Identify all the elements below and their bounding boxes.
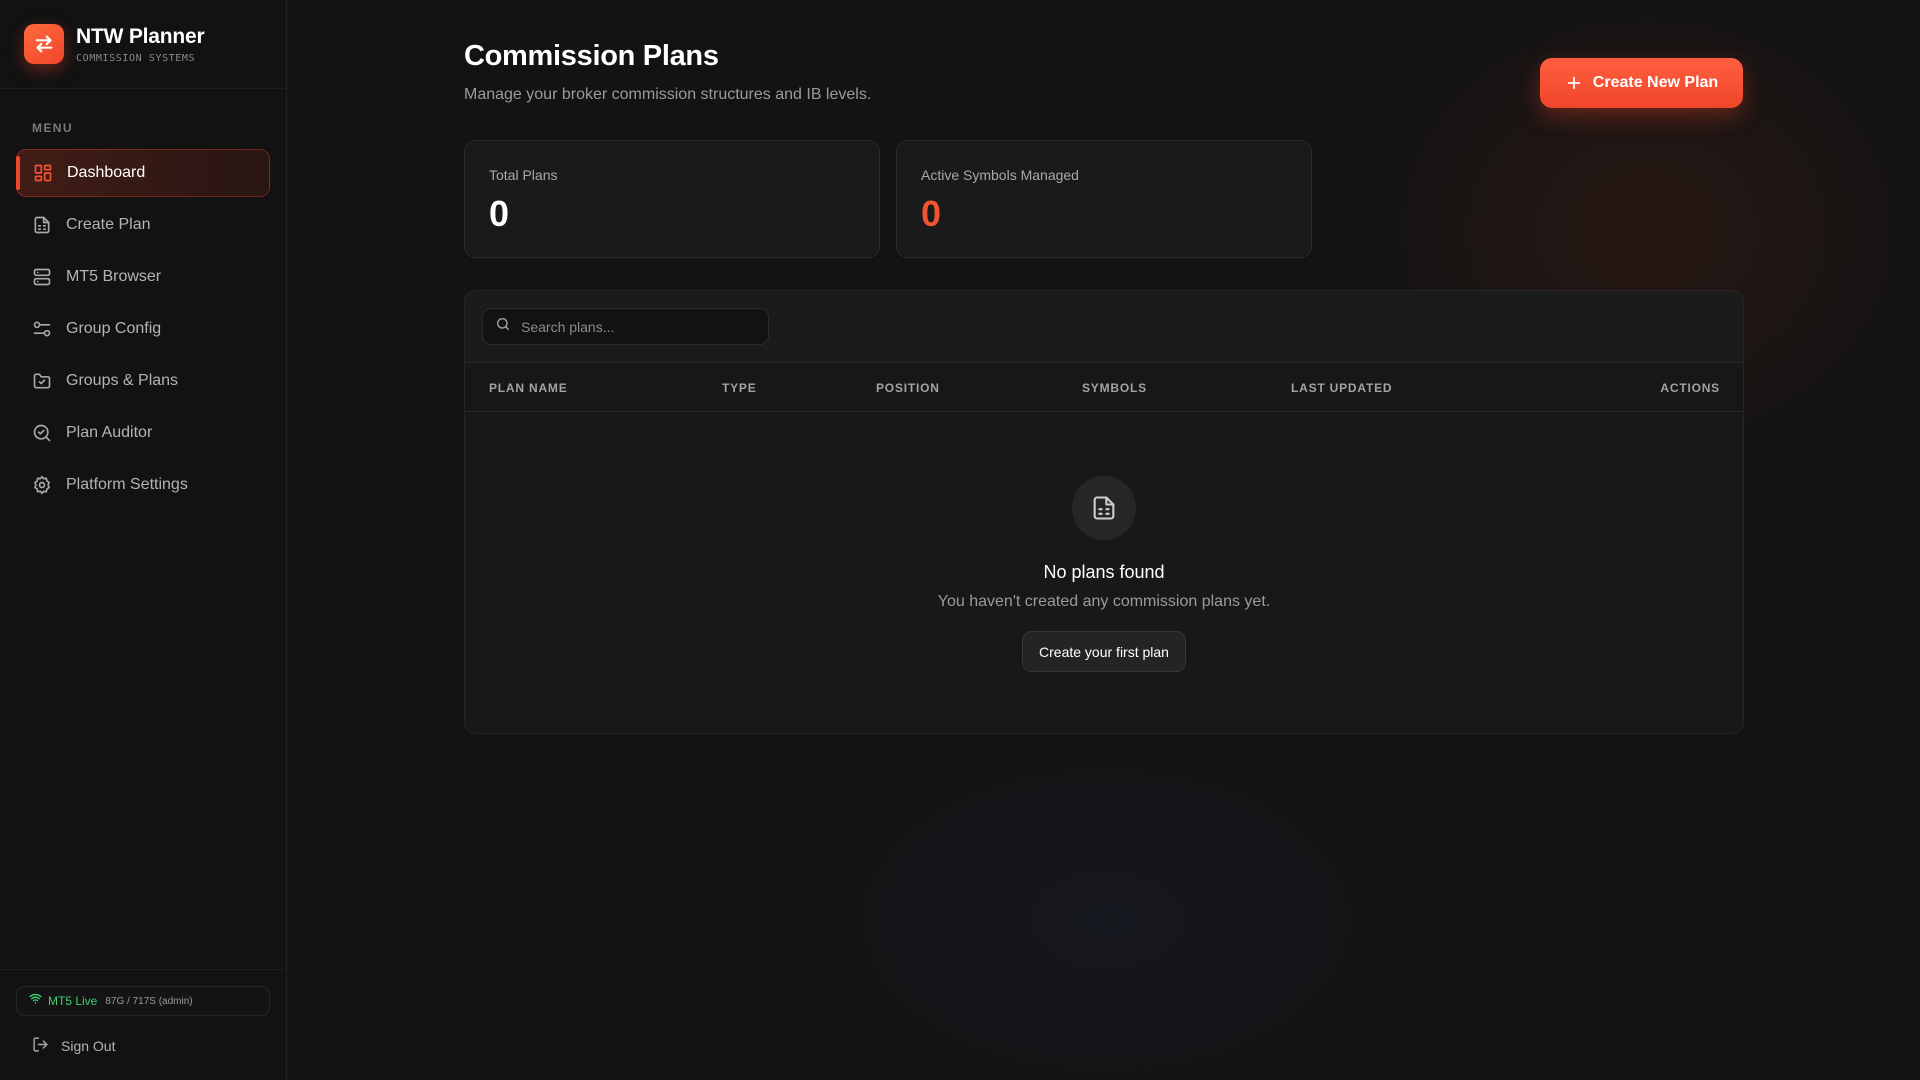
stat-card-total-plans: Total Plans 0: [464, 140, 880, 258]
sidebar: NTW Planner COMMISSION SYSTEMS MENU Dash…: [0, 0, 287, 1080]
table-toolbar: [465, 291, 1743, 363]
sidebar-item-label: Group Config: [66, 320, 162, 337]
column-header-actions: ACTIONS: [1660, 381, 1720, 395]
document-icon: [1072, 476, 1136, 540]
swap-arrows-icon[interactable]: [24, 24, 64, 64]
brand-title: NTW Planner: [76, 24, 205, 48]
page-title: Commission Plans: [464, 40, 719, 72]
folder-check-icon: [32, 371, 52, 391]
column-header-last-updated[interactable]: LAST UPDATED: [1291, 381, 1392, 395]
sign-out-label: Sign Out: [61, 1038, 116, 1054]
page-subtitle: Manage your broker commission structures…: [464, 86, 872, 103]
sidebar-item-mt5-browser[interactable]: MT5 Browser: [16, 253, 270, 301]
stat-card-active-symbols: Active Symbols Managed 0: [896, 140, 1312, 258]
column-header-symbols[interactable]: SYMBOLS: [1082, 381, 1147, 395]
gear-icon: [32, 475, 52, 495]
plans-table-panel: PLAN NAME TYPE POSITION SYMBOLS LAST UPD…: [464, 290, 1744, 734]
search-box: [482, 308, 769, 345]
brand-subtitle: COMMISSION SYSTEMS: [76, 52, 196, 64]
brand: NTW Planner COMMISSION SYSTEMS: [0, 0, 286, 89]
create-new-plan-label: Create New Plan: [1592, 74, 1719, 91]
sidebar-item-dashboard[interactable]: Dashboard: [16, 149, 270, 197]
stat-label: Total Plans: [489, 167, 558, 183]
plus-icon: [1565, 74, 1583, 92]
empty-state-title: No plans found: [1043, 562, 1165, 582]
stat-value: 0: [489, 193, 510, 234]
status-detail: 87G / 717S (admin): [105, 995, 193, 1007]
sliders-icon: [32, 319, 52, 339]
logout-icon: [32, 1036, 49, 1056]
create-new-plan-button[interactable]: Create New Plan: [1540, 58, 1743, 108]
document-icon: [32, 215, 52, 235]
column-header-position[interactable]: POSITION: [876, 381, 940, 395]
sidebar-footer: MT5 Live 87G / 717S (admin) Sign Out: [0, 969, 286, 1080]
stat-value: 0: [921, 193, 942, 234]
server-icon: [32, 267, 52, 287]
status-label: MT5 Live: [48, 994, 98, 1008]
table-header: PLAN NAME TYPE POSITION SYMBOLS LAST UPD…: [465, 363, 1743, 412]
sidebar-item-group-config[interactable]: Group Config: [16, 305, 270, 353]
sidebar-item-label: Platform Settings: [66, 476, 188, 493]
dashboard-icon: [33, 163, 53, 183]
sidebar-item-create-plan[interactable]: Create Plan: [16, 201, 270, 249]
search-icon: [495, 316, 511, 337]
sidebar-item-platform-settings[interactable]: Platform Settings: [16, 461, 270, 509]
main-content: Commission Plans Manage your broker comm…: [287, 0, 1920, 1080]
sidebar-item-label: MT5 Browser: [66, 268, 162, 285]
wifi-icon: [29, 992, 42, 1010]
sidebar-item-groups-plans[interactable]: Groups & Plans: [16, 357, 270, 405]
menu-label: MENU: [32, 121, 73, 135]
empty-state-subtitle: You haven't created any commission plans…: [937, 593, 1271, 610]
sidebar-item-label: Create Plan: [66, 216, 151, 233]
sidebar-item-label: Groups & Plans: [66, 372, 179, 389]
sidebar-item-label: Plan Auditor: [66, 424, 153, 441]
connection-status: MT5 Live 87G / 717S (admin): [16, 986, 270, 1016]
column-header-type[interactable]: TYPE: [722, 381, 757, 395]
search-input[interactable]: [521, 318, 761, 335]
column-header-plan-name[interactable]: PLAN NAME: [489, 381, 568, 395]
sidebar-item-label: Dashboard: [67, 164, 146, 181]
sidebar-nav: Dashboard Create Plan MT5 Browser Group …: [0, 149, 286, 509]
app-root: NTW Planner COMMISSION SYSTEMS MENU Dash…: [0, 0, 1920, 1080]
sidebar-item-plan-auditor[interactable]: Plan Auditor: [16, 409, 270, 457]
stat-label: Active Symbols Managed: [921, 167, 1079, 183]
empty-state: No plans found You haven't created any c…: [465, 412, 1743, 733]
search-check-icon: [32, 423, 52, 443]
sign-out-button[interactable]: Sign Out: [0, 1036, 286, 1056]
create-first-plan-button[interactable]: Create your first plan: [1022, 631, 1186, 672]
